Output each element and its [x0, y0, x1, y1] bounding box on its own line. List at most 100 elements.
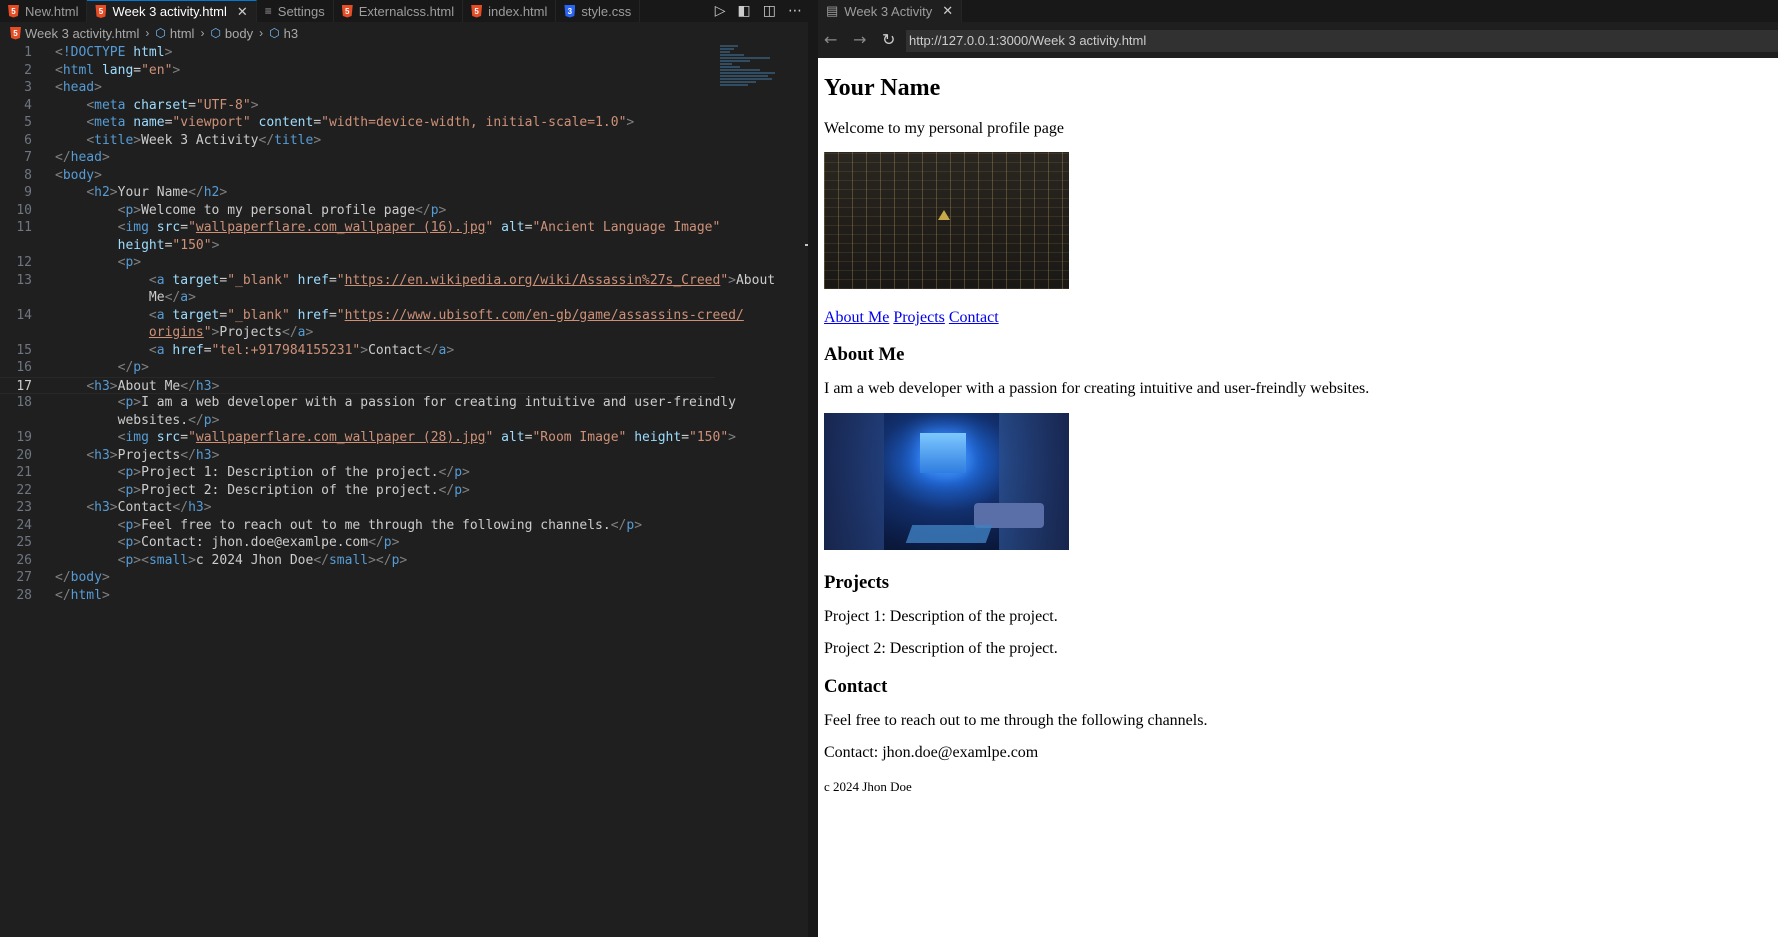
line-number: 14: [16, 307, 32, 323]
code-area[interactable]: 1 <!DOCTYPE html> 2 <html lang="en"> 3 <hea…: [0, 44, 775, 604]
tab-label: Externalcss.html: [358, 3, 455, 19]
contact-heading: Contact: [824, 676, 888, 697]
forward-arrow-icon[interactable]: →: [853, 30, 866, 49]
code-line: <h3>Projects</h3>: [86, 447, 220, 463]
close-icon[interactable]: ✕: [942, 3, 953, 19]
breadcrumb-body[interactable]: body: [225, 26, 253, 41]
line-number: 17: [16, 378, 32, 394]
browser-tab-bar: ▤ Week 3 Activity ✕: [818, 0, 1778, 22]
code-line: <meta name="viewport" content="width=dev…: [86, 115, 635, 130]
about-heading: About Me: [824, 344, 905, 365]
line-number: 19: [16, 430, 32, 445]
project-1-text: Project 1: Description of the project.: [824, 608, 1058, 625]
line-number: 15: [16, 342, 32, 358]
settings-icon: ≡: [264, 4, 272, 18]
code-line: <a target="_blank" href="https://en.wiki…: [148, 272, 776, 288]
line-number: 9: [24, 185, 32, 200]
tab-label: style.css: [581, 3, 632, 19]
code-line: <!DOCTYPE html>: [55, 45, 173, 60]
line-number: 21: [16, 465, 32, 480]
split-divider[interactable]: [808, 0, 818, 937]
code-line: <html lang="en">: [55, 62, 181, 78]
code-line: <p><small>c 2024 Jhon Doe</small></p>: [117, 552, 408, 568]
code-line: Me</a>: [148, 290, 196, 305]
tab-week3-activity[interactable]: 5 Week 3 activity.html ✕: [87, 0, 257, 22]
back-arrow-icon[interactable]: ←: [824, 30, 837, 49]
code-line: <head>: [55, 80, 102, 95]
chevron-right-icon: ›: [259, 26, 264, 40]
split-editor-icon[interactable]: ◫: [763, 3, 776, 19]
tab-index-html[interactable]: 5 index.html: [463, 0, 557, 22]
code-line: <h2>Your Name</h2>: [86, 185, 228, 200]
code-line: <h3>Contact</h3>: [86, 500, 212, 515]
code-line: <p>Project 2: Description of the project…: [117, 482, 470, 498]
element-icon: ⬡: [155, 26, 166, 40]
code-line: <h3>About Me</h3>: [86, 378, 220, 394]
browser-tab-icon: ▤: [826, 3, 839, 18]
minimap[interactable]: [720, 44, 780, 104]
line-number: 28: [16, 587, 32, 603]
element-icon: ⬡: [210, 26, 221, 40]
line-number: 12: [16, 255, 32, 270]
code-line: <meta charset="UTF-8">: [86, 97, 259, 113]
copyright: c 2024 Jhon Doe: [824, 778, 912, 796]
rendered-page: Your Name Welcome to my personal profile…: [818, 58, 1778, 937]
tab-style-css[interactable]: 3 style.css: [556, 0, 641, 22]
line-number: 5: [24, 115, 32, 130]
close-icon[interactable]: ✕: [237, 4, 248, 20]
line-number: 18: [16, 395, 32, 410]
code-line: <a target="_blank" href="https://www.ubi…: [148, 307, 744, 323]
url-input[interactable]: http://127.0.0.1:3000/Week 3 activity.ht…: [906, 30, 1778, 52]
code-line: </head>: [55, 150, 110, 165]
line-number: 13: [16, 272, 32, 288]
code-line: <p>Contact: jhon.doe@examlpe.com</p>: [117, 535, 400, 550]
more-actions-icon[interactable]: ⋯: [788, 3, 802, 19]
contact-email: Contact: jhon.doe@examlpe.com: [824, 744, 1039, 761]
line-number: 8: [24, 167, 32, 183]
tab-settings[interactable]: ≡ Settings: [257, 0, 334, 22]
tab-externalcss[interactable]: 5 Externalcss.html: [334, 0, 464, 22]
run-icon[interactable]: ▷: [715, 3, 726, 19]
line-number: 6: [24, 132, 32, 148]
open-preview-icon[interactable]: ◧: [738, 3, 751, 19]
html5-icon: 5: [8, 4, 19, 18]
tab-label: index.html: [488, 3, 548, 19]
code-line: <p>I am a web developer with a passion f…: [117, 395, 736, 410]
line-number: 2: [24, 62, 32, 78]
code-line: <body>: [55, 167, 102, 183]
line-number: 11: [16, 220, 32, 235]
breadcrumb-file[interactable]: Week 3 activity.html: [25, 26, 139, 41]
code-line: websites.</p>: [117, 412, 220, 428]
tab-label: Week 3 activity.html: [112, 4, 227, 19]
code-line: origins">Projects</a>: [148, 325, 314, 340]
tab-browser[interactable]: ▤ Week 3 Activity ✕: [818, 0, 963, 22]
code-line: <p>: [117, 255, 142, 270]
code-line: <a href="tel:+917984155231">Contact</a>: [148, 342, 455, 358]
link-projects[interactable]: Projects: [893, 309, 945, 326]
code-line: <img src="wallpaperflare.com_wallpaper (…: [117, 220, 721, 235]
project-2-text: Project 2: Description of the project.: [824, 640, 1058, 657]
html5-icon: 5: [341, 4, 353, 18]
chevron-right-icon: ›: [145, 26, 150, 40]
page-heading-name: Your Name: [824, 75, 941, 101]
link-about-me[interactable]: About Me: [824, 309, 889, 326]
about-text: I am a web developer with a passion for …: [824, 380, 1370, 397]
line-number: 1: [24, 45, 32, 60]
element-icon: ⬡: [269, 26, 280, 40]
line-number: 22: [16, 482, 32, 498]
breadcrumb-html[interactable]: html: [170, 26, 195, 41]
tab-new-html[interactable]: 5 New.html: [0, 0, 88, 22]
browser-tab-title: Week 3 Activity: [844, 3, 933, 19]
simple-browser: ▤ Week 3 Activity ✕ ← → ↻ http://127.0.0…: [818, 0, 1778, 937]
code-line: <p>Project 1: Description of the project…: [117, 465, 470, 480]
html5-icon: 5: [95, 5, 107, 18]
code-editor: 5 New.html 5 Week 3 activity.html ✕ ≡ Settin…: [0, 0, 817, 937]
code-line: <title>Week 3 Activity</title>: [86, 132, 322, 148]
link-contact[interactable]: Contact: [949, 309, 999, 326]
editor-actions: ▷ ◧ ◫ ⋯: [715, 0, 802, 22]
reload-icon[interactable]: ↻: [882, 30, 895, 49]
code-line: <p>Welcome to my personal profile page</…: [117, 202, 447, 218]
breadcrumb-h3[interactable]: h3: [284, 26, 298, 41]
copyright-small: c 2024 Jhon Doe: [824, 779, 912, 794]
code-line: <p>Feel free to reach out to me through …: [117, 517, 643, 533]
